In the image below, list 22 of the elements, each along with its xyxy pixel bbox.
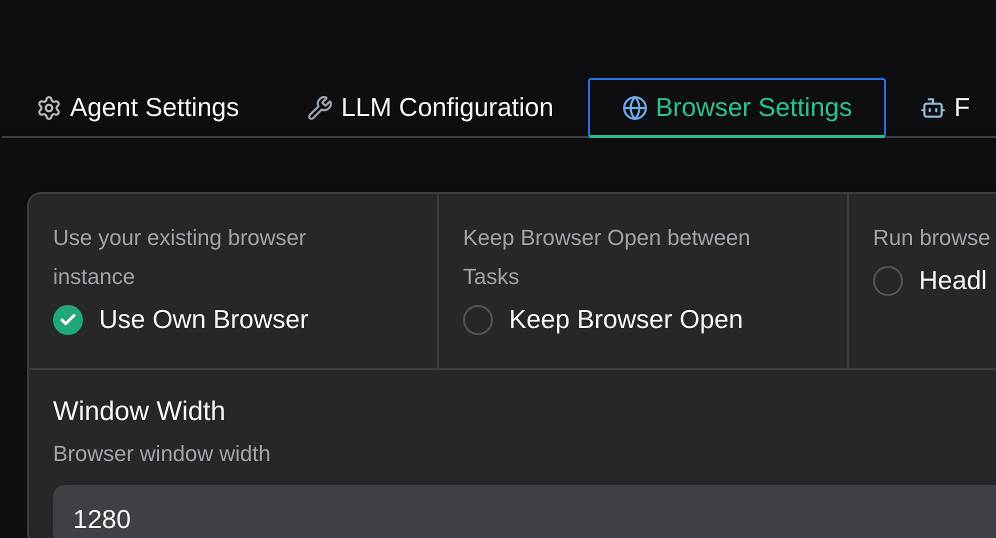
option-description: Keep Browser Open between Tasks: [463, 224, 752, 291]
checkbox-option[interactable]: Use Own Browser: [53, 304, 413, 335]
globe-icon: [622, 94, 648, 120]
tab[interactable]: LLM Configuration: [273, 78, 588, 138]
checkbox-label: Headl: [919, 265, 987, 296]
tab[interactable]: Agent Settings: [2, 78, 274, 138]
checkbox-label: Use Own Browser: [99, 304, 308, 335]
checkbox[interactable]: [873, 266, 903, 296]
option-description: Use your existing browser instance: [53, 224, 308, 291]
option-description: Run browse: [873, 224, 992, 252]
gear-icon: [36, 94, 62, 120]
tab[interactable]: Browser Settings: [588, 78, 886, 138]
checkbox-label: Keep Browser Open: [509, 304, 744, 335]
checkbox[interactable]: [463, 304, 493, 334]
wrench-icon: [307, 94, 334, 120]
checkbox-option[interactable]: Headl: [873, 265, 996, 296]
field-description: Browser window width: [53, 441, 272, 467]
input-field[interactable]: 1280: [53, 485, 996, 538]
tab[interactable]: F: [886, 78, 996, 138]
checkbox-option[interactable]: Keep Browser Open: [463, 304, 823, 335]
field-title: Window Width: [53, 396, 227, 427]
checkbox[interactable]: [53, 304, 83, 334]
